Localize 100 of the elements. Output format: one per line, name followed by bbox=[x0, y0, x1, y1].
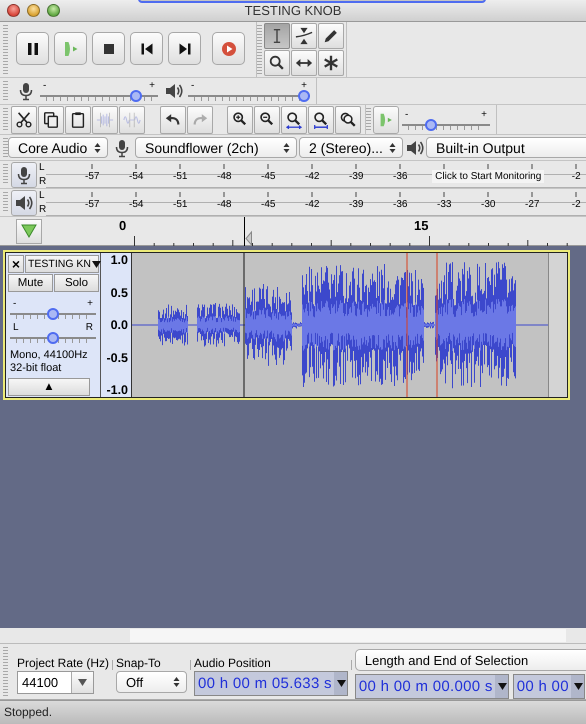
slider-max-label: + bbox=[301, 81, 307, 90]
slider-min-label: - bbox=[43, 81, 46, 90]
selection-tool-button[interactable] bbox=[264, 23, 290, 49]
select-arrows-icon bbox=[173, 676, 180, 688]
toolbar-grip[interactable] bbox=[3, 108, 8, 131]
pause-button[interactable] bbox=[16, 32, 49, 65]
dropdown-caret-icon bbox=[92, 260, 102, 268]
slider-thumb[interactable] bbox=[47, 332, 59, 344]
toolbar-grip[interactable] bbox=[366, 108, 371, 131]
scissors-icon bbox=[15, 110, 33, 128]
meter-scale-label: -54 bbox=[129, 170, 144, 182]
undo-button[interactable] bbox=[160, 106, 186, 134]
channel-label: R bbox=[39, 204, 46, 216]
meter-scale-label: -48 bbox=[217, 170, 232, 182]
fit-project-icon bbox=[312, 110, 330, 128]
envelope-tool-button[interactable] bbox=[291, 23, 317, 49]
close-window-button[interactable] bbox=[7, 4, 20, 17]
meter-scale-label: -27 bbox=[525, 198, 540, 210]
audio-host-select[interactable]: Core Audio bbox=[8, 137, 108, 158]
zoom-out-button[interactable] bbox=[254, 106, 280, 134]
multi-tool-button[interactable] bbox=[318, 50, 344, 76]
record-button[interactable] bbox=[212, 32, 245, 65]
toolbar-grip[interactable] bbox=[257, 25, 262, 74]
slider-max-label: + bbox=[481, 110, 487, 118]
meter-scale-label: -42 bbox=[305, 170, 320, 182]
mute-button[interactable]: Mute bbox=[8, 274, 53, 292]
zoom-in-button[interactable] bbox=[227, 106, 253, 134]
zoom-toggle-button[interactable] bbox=[335, 106, 361, 134]
fit-selection-icon bbox=[285, 110, 303, 128]
meter-scale-label: -39 bbox=[349, 170, 364, 182]
slider-thumb[interactable] bbox=[424, 118, 437, 130]
timeline-options-button[interactable] bbox=[16, 218, 42, 244]
start-monitoring-button[interactable]: Click to Start Monitoring bbox=[432, 170, 544, 182]
dropdown-caret-icon bbox=[574, 683, 583, 690]
input-channels-select[interactable]: 2 (Stereo)... bbox=[299, 137, 403, 158]
envelope-tool-icon bbox=[295, 27, 313, 45]
slider-max-label: + bbox=[149, 81, 155, 90]
time-field[interactable]: 00 h 00 m 00.000 s bbox=[354, 674, 509, 699]
meter-scale-label: -36 bbox=[393, 198, 408, 210]
playback-meter-button[interactable] bbox=[11, 190, 37, 216]
select-arrows-icon bbox=[389, 142, 396, 154]
track-info-text: 32-bit float bbox=[10, 362, 62, 375]
field-label: Audio Position bbox=[194, 655, 272, 671]
meter-scale-label: -36 bbox=[393, 170, 408, 182]
meter-scale-label: -2 bbox=[572, 170, 581, 182]
track-name-menu[interactable]: TESTING KN bbox=[25, 255, 99, 273]
zoom-window-button[interactable] bbox=[47, 4, 60, 17]
zoom-tool-button[interactable] bbox=[264, 50, 290, 76]
output-device-select[interactable]: Built-in Output bbox=[426, 137, 586, 158]
meter-scale-label: -54 bbox=[129, 198, 144, 210]
meter-scale-label: -57 bbox=[85, 170, 100, 182]
minimize-window-button[interactable] bbox=[27, 4, 40, 17]
toolbar-grip[interactable] bbox=[3, 192, 8, 213]
stop-button[interactable] bbox=[92, 32, 125, 65]
slider-thumb[interactable] bbox=[130, 90, 142, 102]
meter-scale-label: -45 bbox=[261, 198, 276, 210]
slider-min-label: L bbox=[13, 323, 19, 332]
skip-end-button[interactable] bbox=[168, 32, 201, 65]
fit-selection-button[interactable] bbox=[281, 106, 307, 134]
field-label: Project Rate (Hz) bbox=[17, 655, 110, 671]
asterisk-icon bbox=[322, 54, 340, 72]
field-label: Snap-To bbox=[116, 655, 162, 671]
time-field[interactable]: 00 h 00 bbox=[512, 674, 585, 699]
cut-button[interactable] bbox=[11, 106, 37, 134]
project-rate-combo[interactable]: 44100 bbox=[17, 671, 94, 694]
slider-thumb[interactable] bbox=[47, 308, 59, 320]
collapse-track-button[interactable]: ▲ bbox=[8, 378, 90, 396]
meter-scale-label: -57 bbox=[85, 198, 100, 210]
time-shift-tool-button[interactable] bbox=[291, 50, 317, 76]
select-arrows-icon bbox=[94, 142, 101, 154]
snap-to-select[interactable]: Off bbox=[116, 671, 188, 693]
channel-label: L bbox=[39, 190, 46, 202]
time-field[interactable]: 00 h 00 m 05.633 s bbox=[194, 671, 348, 696]
meter-scale-label: -2 bbox=[572, 198, 581, 210]
meter-scale-label: -51 bbox=[173, 170, 188, 182]
paste-button[interactable] bbox=[65, 106, 91, 134]
input-device-select[interactable]: Soundflower (2ch) bbox=[135, 137, 297, 158]
zoom-toggle-icon bbox=[339, 110, 357, 128]
toolbar-grip[interactable] bbox=[3, 138, 8, 157]
slider-thumb[interactable] bbox=[298, 90, 310, 102]
recording-meter-button[interactable] bbox=[11, 162, 37, 188]
solo-button[interactable]: Solo bbox=[54, 274, 99, 292]
slider-min-label: - bbox=[405, 110, 408, 118]
slider-max-label: + bbox=[87, 299, 93, 308]
track-info-text: Mono, 44100Hz bbox=[10, 349, 89, 362]
skip-start-button[interactable] bbox=[130, 32, 163, 65]
meter-scale-label: -39 bbox=[349, 198, 364, 210]
speaker-icon bbox=[164, 81, 184, 101]
channel-label: R bbox=[39, 176, 46, 188]
meter-scale-label: -33 bbox=[437, 198, 452, 210]
close-track-button[interactable]: × bbox=[8, 255, 24, 273]
copy-button[interactable] bbox=[38, 106, 64, 134]
channel-label: L bbox=[39, 162, 46, 174]
fit-project-button[interactable] bbox=[308, 106, 334, 134]
draw-tool-button[interactable] bbox=[318, 23, 344, 49]
copy-icon bbox=[42, 110, 60, 128]
silence-audio-icon bbox=[123, 110, 141, 128]
toolbar-grip[interactable] bbox=[3, 164, 8, 185]
selection-mode-select[interactable]: Length and End of Selection bbox=[354, 649, 586, 671]
select-arrows-icon bbox=[283, 142, 290, 154]
